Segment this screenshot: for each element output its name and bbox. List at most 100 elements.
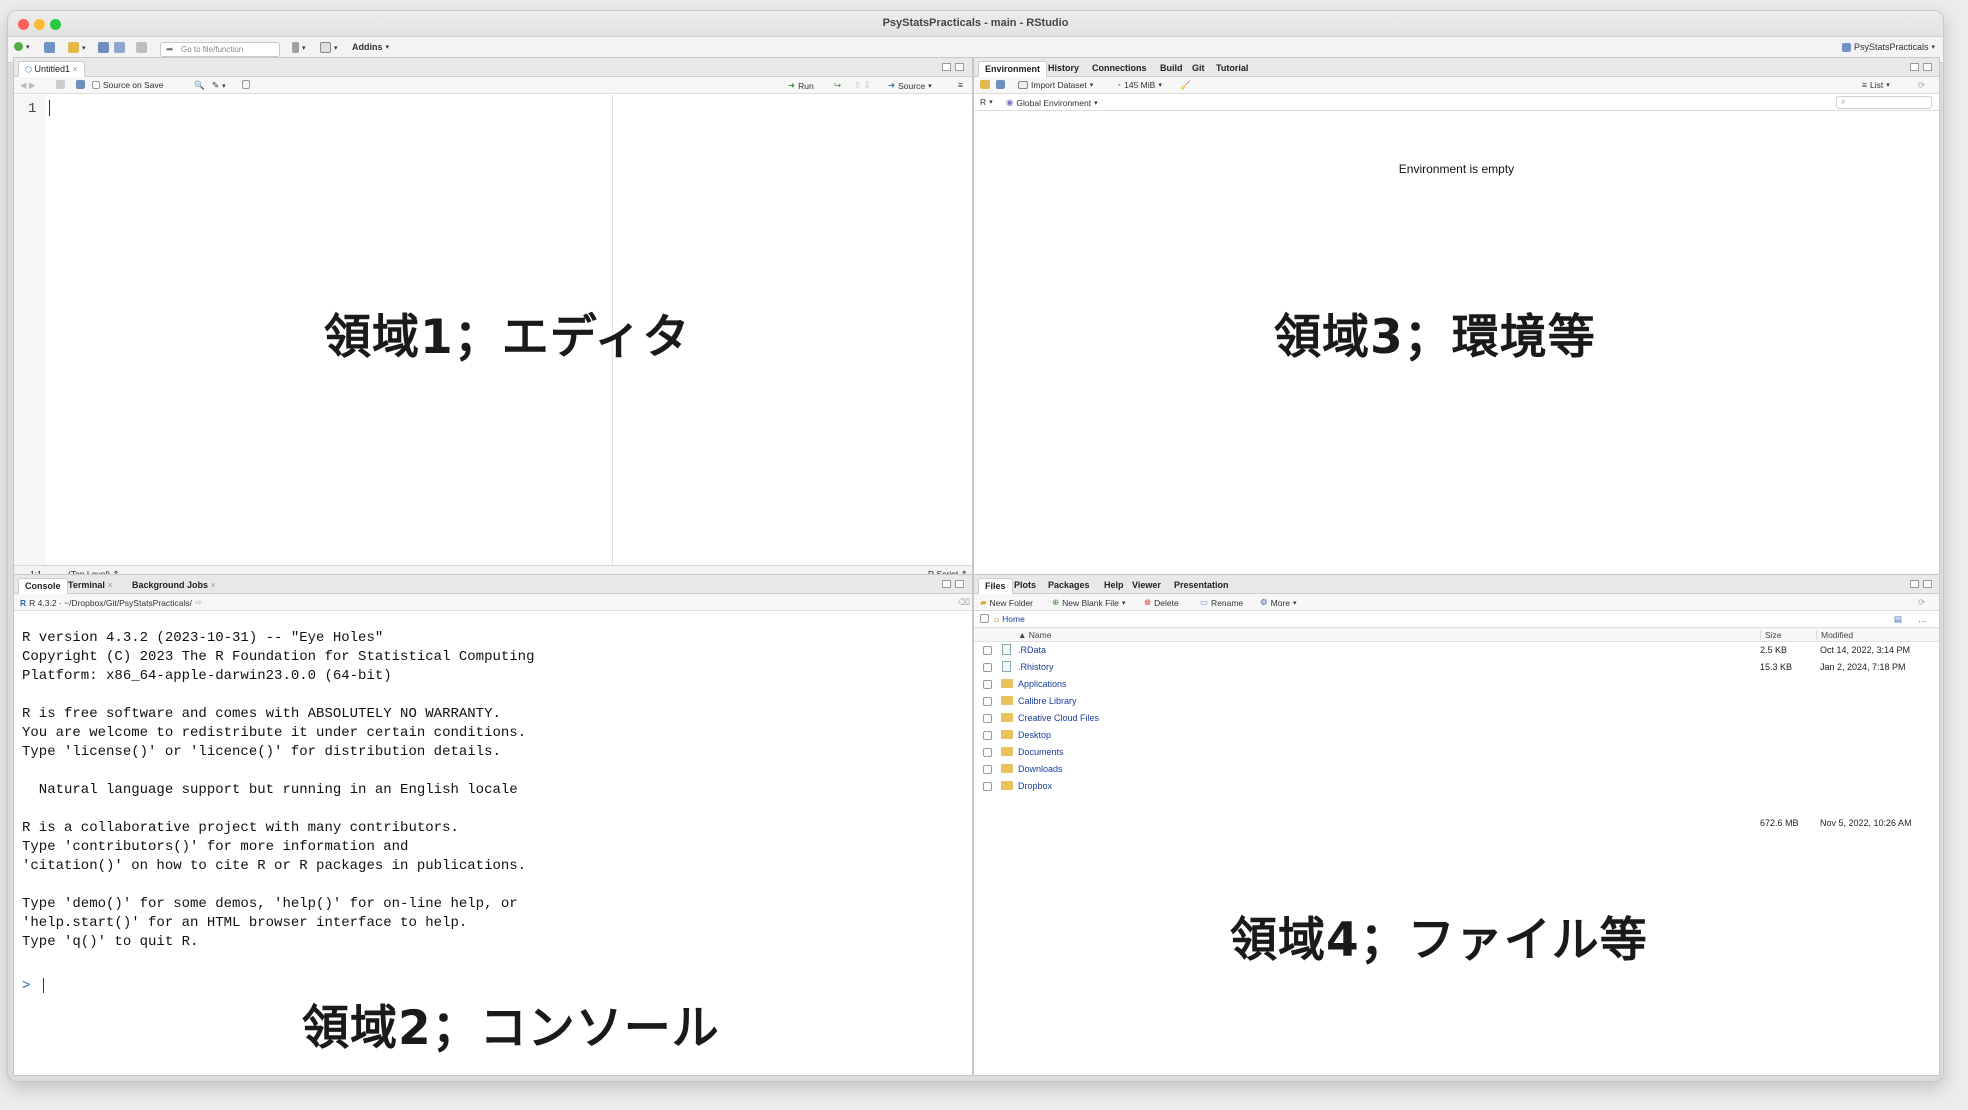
- file-row[interactable]: .RData 2.5 KB Oct 14, 2022, 3:14 PM: [974, 642, 1939, 659]
- tab-connections[interactable]: Connections: [1086, 61, 1153, 77]
- file-row[interactable]: Applications: [974, 676, 1939, 693]
- tab-help[interactable]: Help: [1098, 578, 1130, 594]
- file-checkbox[interactable]: [983, 663, 992, 672]
- file-row[interactable]: Downloads: [974, 761, 1939, 778]
- minimize-pane-icon[interactable]: [942, 580, 951, 588]
- file-checkbox[interactable]: [983, 680, 992, 689]
- file-row[interactable]: Dropbox: [974, 778, 1939, 795]
- load-workspace-button[interactable]: [980, 80, 990, 89]
- rerun-button[interactable]: ↪: [834, 80, 841, 91]
- tab-history[interactable]: History: [1042, 61, 1085, 77]
- project-menu[interactable]: PsyStatsPracticals ▾: [1842, 42, 1935, 52]
- file-name[interactable]: Dropbox: [1018, 781, 1052, 791]
- refresh-files-button[interactable]: ⟳: [1918, 597, 1925, 608]
- goto-file-function-input[interactable]: ➦ Go to file/function: [160, 42, 280, 57]
- file-name[interactable]: .Rhistory: [1018, 662, 1054, 672]
- code-tools-button[interactable]: ✎ ▾: [212, 80, 226, 91]
- modified-column-header[interactable]: Modified: [1816, 630, 1853, 640]
- source-button[interactable]: ➜ Source ▾: [888, 80, 932, 91]
- file-checkbox[interactable]: [983, 714, 992, 723]
- delete-button[interactable]: ⊗ Delete: [1144, 597, 1179, 608]
- pane-layout-button[interactable]: ▾: [320, 42, 338, 53]
- scope-selector[interactable]: ◉ Global Environment ▾: [1006, 97, 1098, 108]
- tab-packages[interactable]: Packages: [1042, 578, 1096, 594]
- tab-environment[interactable]: Environment: [978, 61, 1048, 77]
- file-name[interactable]: Downloads: [1018, 764, 1063, 774]
- home-breadcrumb[interactable]: ⌂ Home: [994, 614, 1025, 624]
- tab-git[interactable]: Git: [1186, 61, 1211, 77]
- file-name[interactable]: Creative Cloud Files: [1018, 713, 1099, 723]
- tab-presentation[interactable]: Presentation: [1168, 578, 1235, 594]
- file-name[interactable]: .RData: [1018, 645, 1046, 655]
- refresh-environment-button[interactable]: ⟳: [1918, 80, 1925, 91]
- minimize-pane-icon[interactable]: [1910, 580, 1919, 588]
- file-name[interactable]: Calibre Library: [1018, 696, 1077, 706]
- close-tab-icon[interactable]: ×: [211, 580, 216, 590]
- rename-button[interactable]: ▭ Rename: [1200, 597, 1243, 608]
- file-name[interactable]: Documents: [1018, 747, 1064, 757]
- vcs-button[interactable]: ▾: [292, 42, 306, 53]
- source-on-save-toggle[interactable]: Source on Save: [92, 80, 163, 90]
- file-checkbox[interactable]: [983, 782, 992, 791]
- name-column-header[interactable]: ▲ Name: [1018, 630, 1051, 640]
- console-path[interactable]: R R 4.3.2 · ~/Dropbox/Git/PsyStatsPracti…: [20, 597, 202, 608]
- tab-untitled1[interactable]: ⬡ Untitled1 ×: [18, 61, 85, 77]
- new-file-button[interactable]: ▾: [14, 42, 30, 51]
- tab-console[interactable]: Console: [18, 578, 68, 594]
- file-checkbox[interactable]: [983, 748, 992, 757]
- file-checkbox[interactable]: [983, 765, 992, 774]
- file-checkbox[interactable]: [983, 731, 992, 740]
- maximize-pane-icon[interactable]: [1923, 580, 1932, 588]
- language-selector[interactable]: R ▾: [980, 97, 993, 107]
- chunk-nav-buttons[interactable]: ⇧ ⇩: [854, 80, 871, 91]
- close-tab-icon[interactable]: ×: [107, 580, 112, 590]
- file-name[interactable]: Applications: [1018, 679, 1067, 689]
- environment-search-input[interactable]: ⌕: [1836, 96, 1932, 109]
- import-dataset-button[interactable]: Import Dataset ▾: [1018, 80, 1093, 90]
- compile-report-button[interactable]: [242, 80, 250, 89]
- tab-tutorial[interactable]: Tutorial: [1210, 61, 1254, 77]
- close-tab-icon[interactable]: ×: [73, 64, 78, 74]
- editor-save-button[interactable]: [76, 80, 85, 89]
- select-all-checkbox[interactable]: [980, 614, 989, 623]
- maximize-pane-icon[interactable]: [955, 63, 964, 71]
- view-mode-menu[interactable]: ≡ List ▾: [1862, 80, 1890, 90]
- tab-viewer[interactable]: Viewer: [1126, 578, 1167, 594]
- tab-terminal[interactable]: Terminal ×: [62, 578, 119, 594]
- file-checkbox[interactable]: [983, 646, 992, 655]
- file-checkbox[interactable]: [983, 697, 992, 706]
- breadcrumb-more-button[interactable]: …: [1918, 614, 1927, 624]
- memory-usage-button[interactable]: ◔ 145 MiB ▾: [1116, 80, 1162, 90]
- clear-workspace-button[interactable]: 🧹: [1180, 80, 1191, 91]
- back-forward-buttons[interactable]: ◀ ▶: [20, 80, 35, 91]
- minimize-pane-icon[interactable]: [942, 63, 951, 71]
- new-blank-file-button[interactable]: ⊕ New Blank File ▾: [1052, 597, 1125, 608]
- save-all-button[interactable]: [114, 42, 125, 53]
- file-row[interactable]: Desktop: [974, 727, 1939, 744]
- print-button[interactable]: [136, 42, 147, 53]
- tab-background-jobs[interactable]: Background Jobs ×: [126, 578, 222, 594]
- file-row[interactable]: Documents: [974, 744, 1939, 761]
- minimize-pane-icon[interactable]: [1910, 63, 1919, 71]
- tab-plots[interactable]: Plots: [1008, 578, 1042, 594]
- go-to-directory-button[interactable]: ▤: [1894, 614, 1902, 625]
- show-in-window-button[interactable]: [56, 80, 65, 89]
- save-workspace-button[interactable]: [996, 80, 1005, 89]
- run-button[interactable]: ➜ Run: [788, 80, 814, 91]
- find-button[interactable]: 🔍: [194, 80, 205, 91]
- new-project-button[interactable]: [44, 42, 55, 53]
- source-on-save-checkbox[interactable]: [92, 81, 100, 89]
- outline-button[interactable]: ≡: [958, 80, 963, 90]
- save-button[interactable]: [98, 42, 109, 53]
- open-file-button[interactable]: ▾: [68, 42, 86, 53]
- file-row[interactable]: Creative Cloud Files: [974, 710, 1939, 727]
- file-name[interactable]: Desktop: [1018, 730, 1051, 740]
- file-row[interactable]: .Rhistory 15.3 KB Jan 2, 2024, 7:18 PM: [974, 659, 1939, 676]
- clear-console-button[interactable]: ⌫: [958, 597, 970, 608]
- size-column-header[interactable]: Size: [1760, 630, 1782, 640]
- new-folder-button[interactable]: ▰ New Folder: [980, 597, 1033, 608]
- more-menu[interactable]: ⚙ More ▾: [1260, 597, 1297, 608]
- tab-build[interactable]: Build: [1154, 61, 1189, 77]
- maximize-pane-icon[interactable]: [1923, 63, 1932, 71]
- console-prompt-line[interactable]: >: [22, 978, 44, 994]
